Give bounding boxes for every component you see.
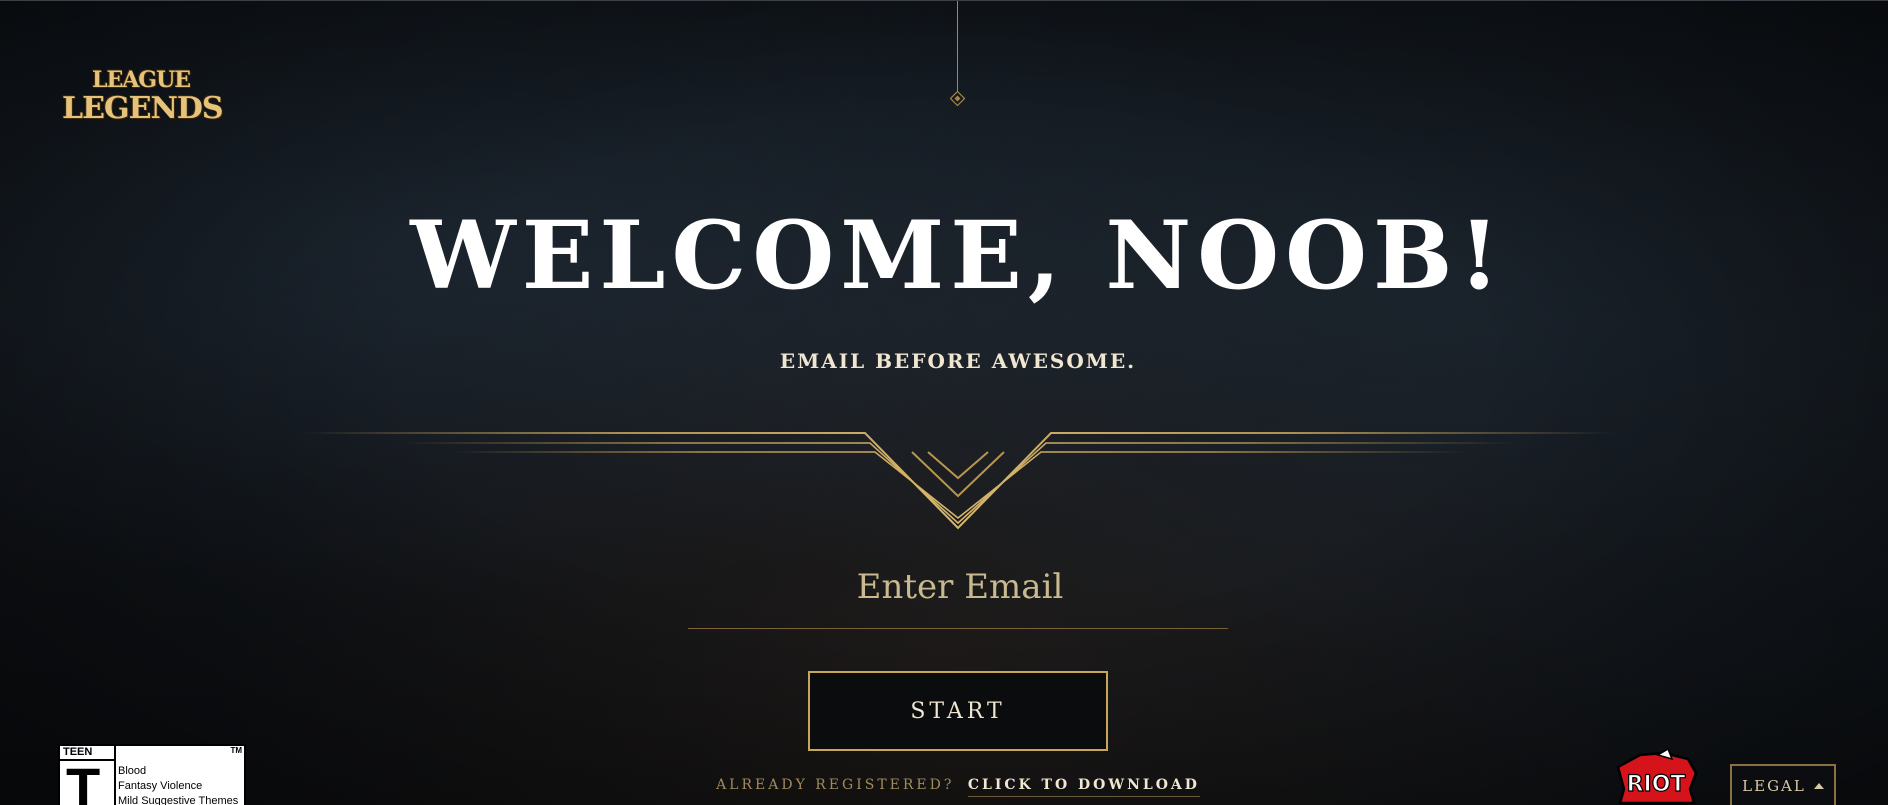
esrb-descriptor: Fantasy Violence <box>118 780 203 792</box>
top-ornament-diamond <box>950 91 965 106</box>
riot-games-logo[interactable]: RIOT <box>1610 749 1700 805</box>
legal-label: LEGAL <box>1742 777 1806 795</box>
already-registered-label: ALREADY REGISTERED? <box>716 777 955 793</box>
email-field-wrapper <box>688 556 1232 629</box>
top-ornament-line <box>957 1 958 91</box>
esrb-descriptors: Blood Fantasy Violence Mild Suggestive T… <box>118 764 238 805</box>
esrb-rating-badge: TEEN T TM Blood Fantasy Violence Mild Su… <box>58 744 246 805</box>
page-title: WELCOME, NOOB! <box>410 201 1506 311</box>
esrb-descriptor: Mild Suggestive Themes <box>118 795 239 805</box>
caret-up-icon <box>1813 783 1824 789</box>
download-link[interactable]: CLICK TO DOWNLOAD <box>967 777 1200 797</box>
esrb-rating-letter: T <box>66 756 101 805</box>
start-button[interactable]: START <box>808 671 1108 751</box>
logo-line-league: LEAGUE <box>91 67 191 93</box>
legal-button[interactable]: LEGAL <box>1730 764 1836 805</box>
esrb-descriptor: Blood <box>118 765 147 777</box>
esrb-rating-panel: TEEN T <box>60 746 116 805</box>
league-of-legends-logo[interactable]: LEAGUE LEGENDS <box>62 65 224 126</box>
riot-logo-text: RIOT <box>1627 772 1686 797</box>
gold-chevron-divider <box>300 432 1616 530</box>
page-subtitle: EMAIL BEFORE AWESOME. <box>779 349 1137 373</box>
esrb-trademark: TM <box>230 746 242 755</box>
email-field[interactable] <box>688 556 1232 618</box>
already-registered-line: ALREADY REGISTERED? CLICK TO DOWNLOAD <box>0 777 1888 797</box>
landing-page: LEAGUE LEGENDS WELCOME, NOOB! EMAIL BEFO… <box>0 0 1888 805</box>
logo-line-legends: LEGENDS <box>62 91 224 126</box>
